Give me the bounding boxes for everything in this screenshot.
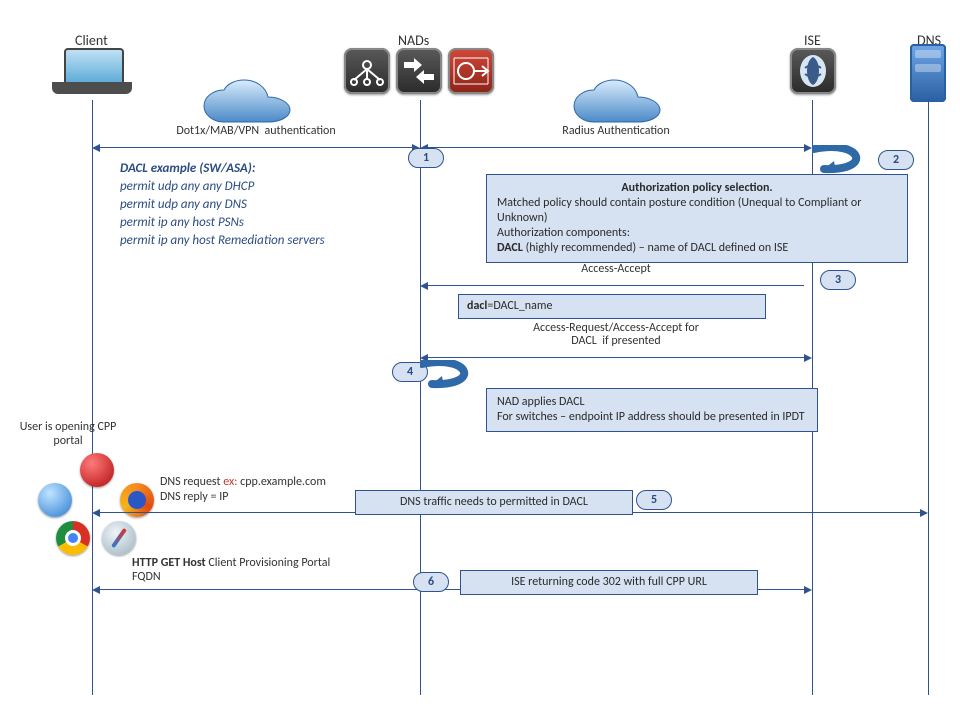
- note-nad-applies: NAD applies DACL For switches – endpoint…: [486, 388, 818, 432]
- dacl-example-title: DACL example (SW/ASA):: [120, 160, 410, 178]
- msg-dacl-exchange-label: Access-Request/Access-Accept for DACL if…: [420, 322, 812, 348]
- http-get-label: HTTP GET Host Client Provisioning Portal…: [132, 556, 330, 584]
- note-dacl-value: dacl=DACL_name: [458, 294, 766, 319]
- dacl-example-l3: permit ip any host PSNs: [120, 214, 410, 232]
- ie-icon: [38, 483, 72, 517]
- note-ise-302: ISE returning code 302 with full CPP URL: [460, 570, 758, 595]
- dns-server-icon: [910, 44, 946, 102]
- head-client-label: Client: [75, 32, 108, 49]
- msg-access-accept: Access-Accept: [420, 278, 812, 292]
- note-authz-l2: Authorization components:: [497, 226, 897, 241]
- msg-dot1x-auth-label: Dot1x/MAB/VPN authentication: [92, 124, 420, 138]
- note-nad-l2: For switches – endpoint IP address shoul…: [497, 410, 807, 425]
- badge-6: 6: [413, 572, 449, 592]
- nad-router-icon: [396, 48, 442, 94]
- chrome-icon: [56, 521, 90, 555]
- msg-radius-auth-label: Radius Authentication: [420, 124, 812, 138]
- note-nad-l1: NAD applies DACL: [497, 395, 807, 410]
- note-dacl-eq: =DACL_name: [487, 299, 552, 313]
- note-dns-traffic: DNS traffic needs to permitted in DACL: [355, 490, 633, 515]
- dns-request-line: DNS request ex: cpp.example.com: [160, 475, 326, 489]
- nad-firewall-icon: [448, 48, 494, 94]
- note-authz-l3a: DACL: [497, 241, 526, 255]
- lifeline-dns: [928, 100, 929, 695]
- client-laptop-icon: [52, 48, 132, 96]
- head-nads-label: NADs: [398, 32, 429, 49]
- lifeline-client: [92, 100, 93, 695]
- http-get-bold: HTTP GET Host: [132, 556, 208, 570]
- nad-switch-icon: [344, 48, 390, 94]
- dacl-example-l4: permit ip any host Remediation servers: [120, 232, 410, 250]
- dacl-example: DACL example (SW/ASA): permit udp any an…: [120, 160, 410, 250]
- note-authz-title: Authorization policy selection.: [621, 181, 772, 195]
- dns-req-host: cpp.example.com: [240, 475, 326, 489]
- side-cpp-text: User is opening CPP portal: [8, 420, 128, 448]
- dns-req-ex: ex:: [223, 475, 240, 489]
- ise-icon: [790, 48, 836, 94]
- head-ise-label: ISE: [804, 32, 821, 49]
- badge-1: 1: [408, 148, 444, 168]
- note-authz-l3b: (highly recommended) – name of DACL defi…: [526, 241, 789, 255]
- msg-radius-auth: Radius Authentication: [420, 140, 812, 154]
- badge-3: 3: [820, 270, 856, 290]
- badge-2: 2: [878, 150, 914, 170]
- lifeline-nads: [420, 100, 421, 695]
- dns-req-pre: DNS request: [160, 475, 223, 489]
- safari-icon: [102, 521, 136, 555]
- dacl-example-l2: permit udp any any DNS: [120, 196, 410, 214]
- opera-icon: [80, 453, 114, 487]
- dacl-example-l1: permit udp any any DHCP: [120, 178, 410, 196]
- note-authz-l1: Matched policy should contain posture co…: [497, 196, 897, 226]
- note-dacl-key: dacl: [467, 299, 487, 313]
- msg-access-accept-label: Access-Accept: [420, 262, 812, 276]
- note-authz-policy: Authorization policy selection. Matched …: [486, 174, 908, 263]
- msg-dot1x-auth: Dot1x/MAB/VPN authentication: [92, 140, 420, 154]
- nad-self-loop: [420, 360, 480, 394]
- badge-5: 5: [636, 490, 672, 510]
- dns-reply-line: DNS reply = IP: [160, 490, 228, 504]
